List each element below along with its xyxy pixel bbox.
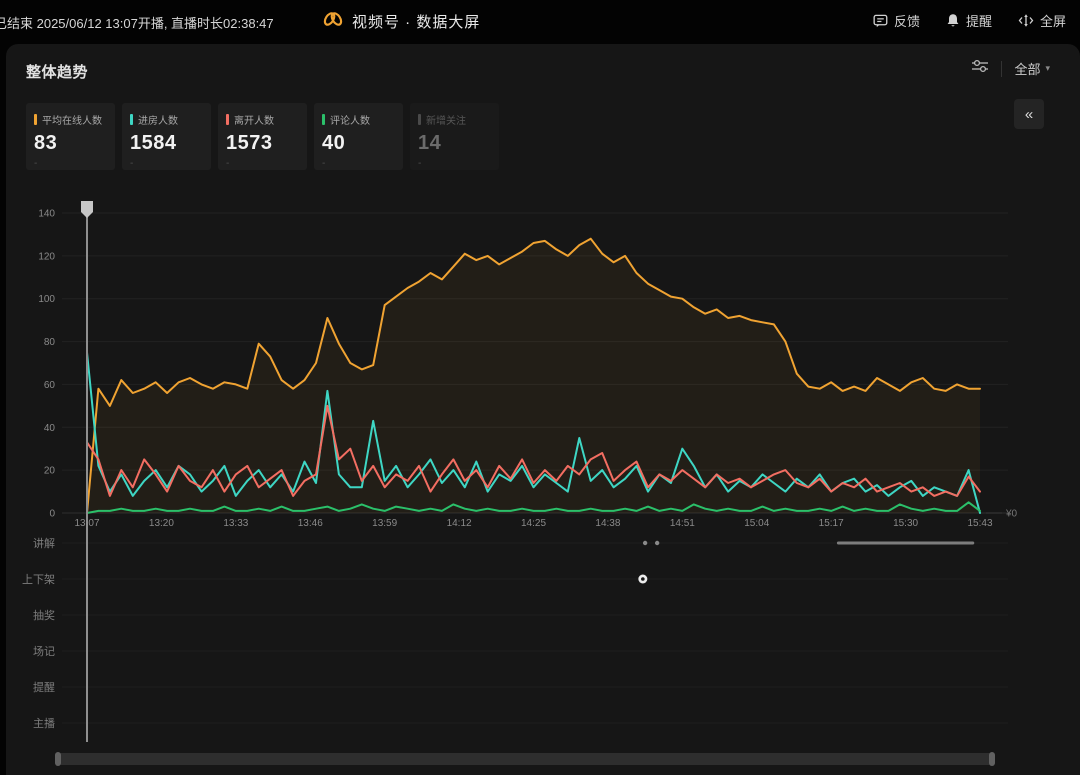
x-tick-label: 13:46 (298, 518, 323, 529)
fullscreen-icon (1018, 13, 1034, 28)
feedback-icon (873, 14, 888, 28)
y-tick-label: 0 (49, 509, 55, 520)
reminder-label: 提醒 (966, 11, 992, 30)
live-status-text: 已结束 2025/06/12 13:07开播, 直播时长02:38:47 (0, 13, 274, 32)
series-marker (34, 114, 37, 125)
x-tick-label: 14:25 (521, 518, 546, 529)
chevron-down-icon: ▾ (1045, 63, 1050, 74)
series-marker (322, 114, 325, 125)
event-row-label: 主播 (33, 716, 55, 730)
screen: 已结束 2025/06/12 13:07开播, 直播时长02:38:47 视频号… (0, 0, 1080, 775)
scope-select-label: 全部 (1014, 59, 1040, 78)
channels-logo-icon (322, 10, 344, 33)
event-segment[interactable] (837, 542, 974, 545)
y-tick-label: 40 (44, 423, 56, 434)
stat-card-sub: - (34, 158, 107, 169)
collapse-button[interactable]: « (1014, 99, 1044, 129)
horizontal-scrollbar[interactable] (55, 753, 995, 765)
series-marker (226, 114, 229, 125)
x-tick-label: 15:04 (744, 518, 769, 529)
right-axis-label: ¥0 (1005, 509, 1018, 520)
panel-title: 整体趋势 (26, 61, 88, 82)
y-tick-label: 100 (38, 294, 55, 305)
stat-card-sub: - (226, 158, 299, 169)
filter-sliders-icon[interactable] (971, 58, 989, 79)
event-circle-center (641, 577, 645, 581)
fullscreen-button[interactable]: 全屏 (1018, 11, 1066, 30)
event-row-label: 场记 (33, 644, 55, 658)
event-row-label: 提醒 (33, 681, 55, 694)
time-cursor-handle[interactable] (81, 201, 93, 218)
stat-card-label: 离开人数 (234, 112, 274, 127)
y-tick-label: 60 (44, 380, 56, 391)
stat-cards: 平均在线人数 83 - 进房人数 1584 - 离开人数 1573 - 评论人数… (26, 103, 499, 170)
panel-controls: 全部 ▾ (971, 58, 1050, 79)
stat-card-sub: - (418, 158, 491, 169)
stat-card-sub: - (130, 158, 203, 169)
brand: 视频号 · 数据大屏 (322, 10, 480, 33)
x-tick-label: 13:33 (223, 518, 248, 529)
divider (1001, 61, 1002, 77)
stat-card-leave-room[interactable]: 离开人数 1573 - (218, 103, 307, 170)
event-row-label: 抽奖 (33, 608, 55, 622)
event-row-label: 讲解 (33, 536, 55, 550)
event-dot[interactable] (655, 541, 659, 545)
x-tick-label: 14:51 (670, 518, 695, 529)
stat-card-avg-online[interactable]: 平均在线人数 83 - (26, 103, 115, 170)
series-marker (418, 114, 421, 125)
x-tick-label: 15:43 (967, 518, 992, 529)
stat-card-value: 1573 (226, 132, 299, 155)
event-row-label: 上下架 (22, 573, 55, 586)
stat-card-label: 新增关注 (426, 112, 466, 127)
stat-card-value: 83 (34, 132, 107, 155)
x-tick-label: 13:59 (372, 518, 397, 529)
x-tick-label: 14:12 (447, 518, 472, 529)
stat-card-value: 40 (322, 132, 395, 155)
app-title: 视频号 · 数据大屏 (352, 11, 480, 32)
top-header-bar: 已结束 2025/06/12 13:07开播, 直播时长02:38:47 视频号… (0, 0, 1080, 44)
stat-card-sub: - (322, 158, 395, 169)
x-tick-label: 13:20 (149, 518, 174, 529)
stat-card-label: 进房人数 (138, 112, 178, 127)
reminder-button[interactable]: 提醒 (946, 11, 992, 30)
x-tick-label: 14:38 (595, 518, 620, 529)
chevrons-left-icon: « (1025, 106, 1033, 123)
scrollbar-right-handle[interactable] (989, 752, 995, 766)
series-marker (130, 114, 133, 125)
feedback-button[interactable]: 反馈 (873, 11, 920, 30)
x-tick-label: 15:17 (819, 518, 844, 529)
stat-card-new-followers[interactable]: 新增关注 14 - (410, 103, 499, 170)
stat-card-value: 1584 (130, 132, 203, 155)
scrollbar-left-handle[interactable] (55, 752, 61, 766)
bell-icon (946, 13, 960, 28)
stat-card-label: 平均在线人数 (42, 112, 102, 127)
feedback-label: 反馈 (894, 11, 920, 30)
fullscreen-label: 全屏 (1040, 11, 1066, 30)
stat-card-enter-room[interactable]: 进房人数 1584 - (122, 103, 211, 170)
y-tick-label: 20 (44, 466, 56, 477)
stat-card-value: 14 (418, 132, 491, 155)
event-dot[interactable] (643, 541, 647, 545)
scope-select-all[interactable]: 全部 ▾ (1014, 59, 1050, 78)
stat-card-label: 评论人数 (330, 112, 370, 127)
topbar-actions: 反馈 提醒 (873, 11, 1066, 30)
stat-card-comments[interactable]: 评论人数 40 - (314, 103, 403, 170)
y-tick-label: 140 (38, 209, 55, 220)
y-tick-label: 120 (38, 251, 55, 262)
trend-chart[interactable]: 02040608010012014013:0713:2013:3313:4613… (0, 185, 1080, 755)
y-tick-label: 80 (44, 337, 56, 348)
x-tick-label: 15:30 (893, 518, 918, 529)
